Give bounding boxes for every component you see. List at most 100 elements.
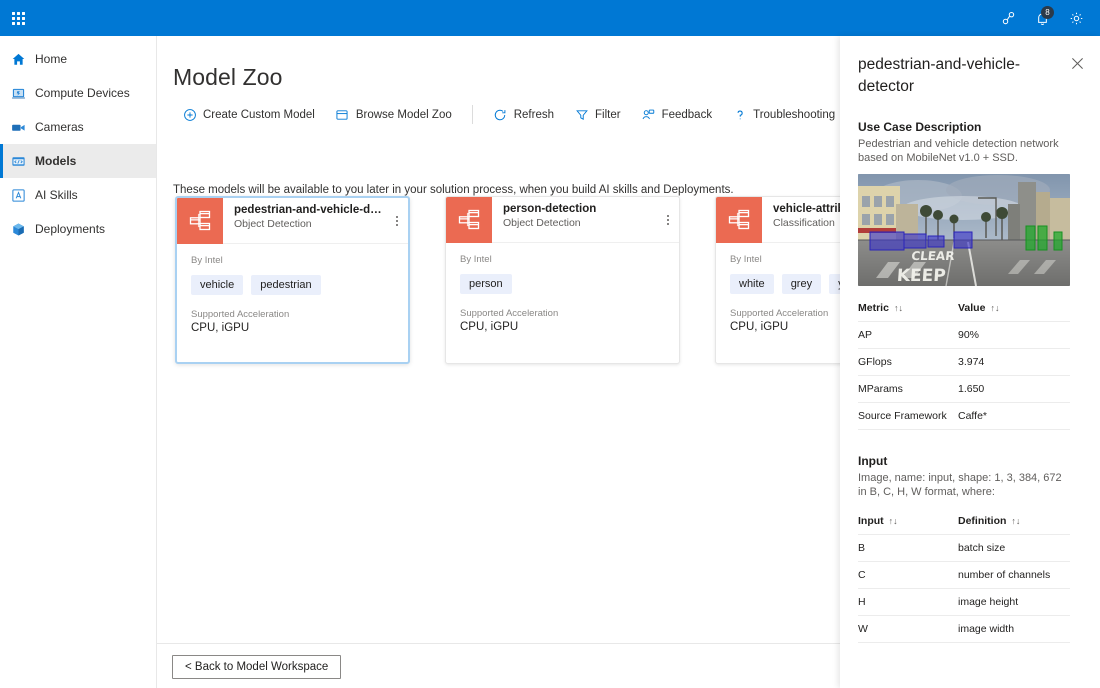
sidebar-item-label: Deployments xyxy=(35,222,106,236)
sidebar-item-ai-skills[interactable]: AI Skills xyxy=(0,178,156,212)
filter-funnel-icon xyxy=(574,107,589,122)
toolbar-label: Troubleshooting xyxy=(753,108,836,121)
metric-name: AP xyxy=(858,321,958,349)
share-connect-icon[interactable] xyxy=(992,0,1024,36)
svg-text:CLEAR: CLEAR xyxy=(911,249,956,263)
model-name: pedestrian-and-vehicle-det... xyxy=(234,204,382,216)
metric-value: 3.974 xyxy=(958,348,1070,376)
top-app-bar: 8 xyxy=(0,0,1100,36)
notifications-bell-icon[interactable]: 8 xyxy=(1026,0,1058,36)
model-author: By Intel xyxy=(191,255,223,266)
card-header: person-detection Object Detection xyxy=(446,197,679,243)
svg-text:KEEP: KEEP xyxy=(896,266,946,286)
model-card[interactable]: pedestrian-and-vehicle-det... Object Det… xyxy=(175,196,410,364)
browse-model-zoo-button[interactable]: Browse Model Zoo xyxy=(325,102,462,127)
input-text: Image, name: input, shape: 1, 3, 384, 67… xyxy=(858,472,1062,498)
table-row: W image width xyxy=(858,615,1070,643)
sidebar-item-label: Models xyxy=(35,154,77,168)
input-table: Input ↑↓ Definition ↑↓ B batch size C numb… xyxy=(858,515,1070,643)
toolbar-separator xyxy=(471,105,473,124)
model-type: Object Detection xyxy=(503,217,581,229)
model-name: person-detection xyxy=(503,203,597,215)
model-graph-icon xyxy=(177,198,223,244)
metric-value: 90% xyxy=(958,321,1070,349)
input-definition: batch size xyxy=(958,534,1070,562)
card-overflow-menu-icon[interactable] xyxy=(386,198,408,243)
sidebar-item-label: Compute Devices xyxy=(35,86,130,100)
column-label: Value xyxy=(958,302,986,314)
camera-icon xyxy=(10,119,26,135)
page-subtitle: These models will be available to you la… xyxy=(173,184,734,196)
input-col-definition[interactable]: Definition ↑↓ xyxy=(958,515,1070,535)
toolbar-label: Filter xyxy=(595,108,621,121)
sort-icon: ↑↓ xyxy=(990,303,1000,313)
settings-gear-icon[interactable] xyxy=(1060,0,1092,36)
toolbar-label: Feedback xyxy=(661,108,713,121)
input-definition: image height xyxy=(958,588,1070,616)
input-key: H xyxy=(858,588,958,616)
acceleration-value: CPU, iGPU xyxy=(460,321,519,333)
model-detail-panel: pedestrian-and-vehicle-detector Use Case… xyxy=(840,36,1100,688)
table-row: B batch size xyxy=(858,534,1070,562)
metrics-table: Metric ↑↓ Value ↑↓ AP 90% GFlops 3.974 M… xyxy=(858,302,1070,430)
toolbar-label: Browse Model Zoo xyxy=(355,108,452,121)
acceleration-label: Supported Acceleration xyxy=(460,308,559,319)
sidebar-item-cameras[interactable]: Cameras xyxy=(0,110,156,144)
sort-icon: ↑↓ xyxy=(888,516,898,526)
models-code-icon xyxy=(10,153,26,169)
table-row: AP 90% xyxy=(858,321,1070,349)
close-icon[interactable] xyxy=(1066,52,1088,74)
table-row: H image height xyxy=(858,588,1070,616)
metric-name: MParams xyxy=(858,375,958,403)
metric-name: Source Framework xyxy=(858,402,958,430)
refresh-button[interactable]: Refresh xyxy=(483,102,564,127)
model-graph-icon xyxy=(446,197,492,243)
plus-circle-icon xyxy=(182,107,197,122)
sidebar-nav: Home Compute Devices Cameras Models AI S… xyxy=(0,36,157,688)
input-key: C xyxy=(858,561,958,589)
card-header-text: person-detection Object Detection xyxy=(492,197,657,242)
feedback-button[interactable]: Feedback xyxy=(631,102,723,127)
deployments-cube-icon xyxy=(10,221,26,237)
card-body: By Intel vehicle pedestrian Supported Ac… xyxy=(177,244,408,334)
model-tag: white xyxy=(730,274,774,294)
model-card[interactable]: person-detection Object Detection By Int… xyxy=(445,196,680,364)
filter-button[interactable]: Filter xyxy=(564,102,631,127)
model-tag: person xyxy=(460,274,512,294)
model-author: By Intel xyxy=(460,254,492,265)
app-root: 8 Home Compute Devices Cameras Models AI… xyxy=(0,0,1100,688)
page-title: Model Zoo xyxy=(173,64,283,90)
sidebar-item-label: Cameras xyxy=(35,120,84,134)
app-launcher-icon[interactable] xyxy=(0,0,36,36)
sidebar-item-compute-devices[interactable]: Compute Devices xyxy=(0,76,156,110)
model-tag: pedestrian xyxy=(251,275,321,295)
input-key: B xyxy=(858,534,958,562)
column-label: Input xyxy=(858,515,884,527)
model-tag: grey xyxy=(781,274,822,294)
metric-value: 1.650 xyxy=(958,375,1070,403)
create-custom-model-button[interactable]: Create Custom Model xyxy=(172,102,325,127)
sidebar-item-deployments[interactable]: Deployments xyxy=(0,212,156,246)
troubleshooting-button[interactable]: Troubleshooting xyxy=(722,102,840,127)
table-header-row: Metric ↑↓ Value ↑↓ xyxy=(858,302,1070,322)
card-overflow-menu-icon[interactable] xyxy=(657,197,679,242)
refresh-icon xyxy=(493,107,508,122)
table-row: Source Framework Caffe* xyxy=(858,402,1070,430)
table-row: C number of channels xyxy=(858,561,1070,589)
metric-name: GFlops xyxy=(858,348,958,376)
metrics-col-metric[interactable]: Metric ↑↓ xyxy=(858,302,958,322)
back-to-model-workspace-button[interactable]: < Back to Model Workspace xyxy=(172,655,342,679)
ai-skills-icon xyxy=(10,187,26,203)
card-header-text: pedestrian-and-vehicle-det... Object Det… xyxy=(223,198,386,243)
sidebar-item-home[interactable]: Home xyxy=(0,42,156,76)
input-definition: image width xyxy=(958,615,1070,643)
input-heading: Input xyxy=(858,454,888,468)
sidebar-item-models[interactable]: Models xyxy=(0,144,156,178)
column-label: Definition xyxy=(958,515,1007,527)
metrics-col-value[interactable]: Value ↑↓ xyxy=(958,302,1070,322)
question-mark-icon xyxy=(732,107,747,122)
acceleration-value: CPU, iGPU xyxy=(191,322,250,334)
sort-icon: ↑↓ xyxy=(893,303,903,313)
acceleration-label: Supported Acceleration xyxy=(191,309,290,320)
input-col-input[interactable]: Input ↑↓ xyxy=(858,515,958,535)
